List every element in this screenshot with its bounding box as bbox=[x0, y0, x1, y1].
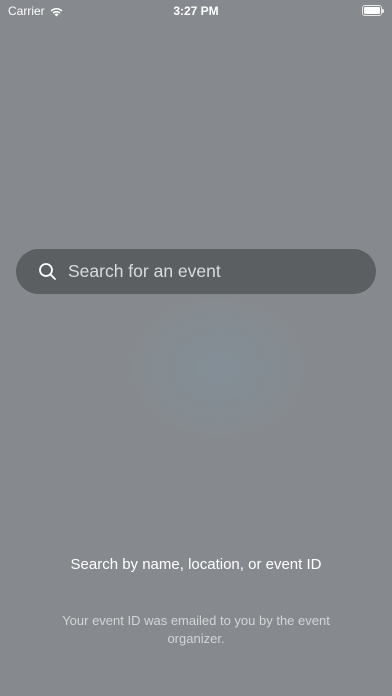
search-input[interactable] bbox=[68, 249, 364, 294]
search-screen: Carrier 3:27 PM Search by name, loc bbox=[0, 0, 392, 696]
magnifying-glass-icon bbox=[38, 262, 57, 281]
background-blur bbox=[118, 288, 318, 448]
status-time: 3:27 PM bbox=[173, 4, 219, 18]
battery-full-icon bbox=[362, 5, 384, 16]
hint-subtitle: Your event ID was emailed to you by the … bbox=[62, 613, 330, 646]
status-bar: Carrier 3:27 PM bbox=[0, 0, 392, 22]
hint-title: Search by name, location, or event ID bbox=[70, 556, 322, 573]
search-bar[interactable] bbox=[16, 249, 376, 294]
